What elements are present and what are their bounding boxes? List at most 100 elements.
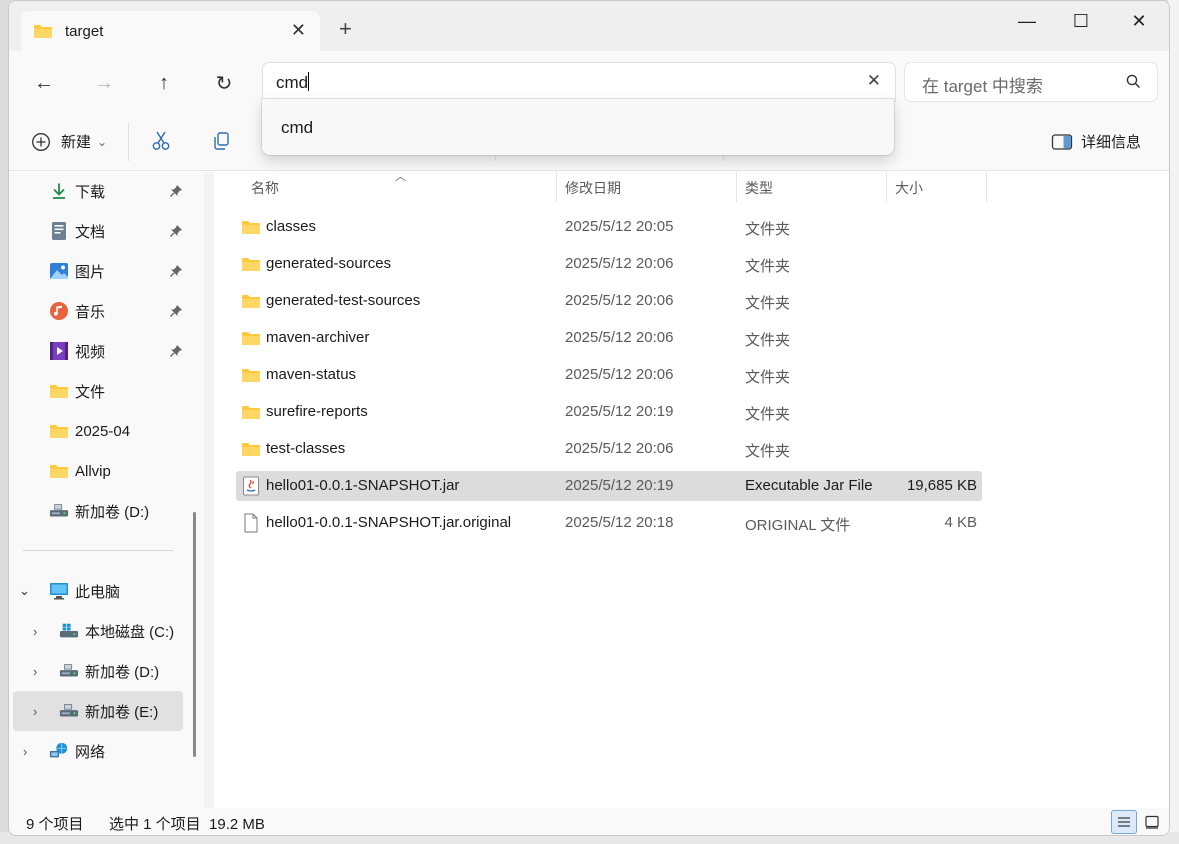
scissors-icon bbox=[152, 131, 170, 150]
details-pane-button[interactable]: 详细信息 bbox=[1051, 131, 1141, 152]
sidebar-item-network[interactable]: › 网络 bbox=[13, 733, 183, 769]
file-row[interactable]: classes 2025/5/12 20:05 文件夹 bbox=[236, 212, 982, 242]
sidebar-item-downloads[interactable]: 下载 bbox=[49, 173, 183, 209]
minimize-button[interactable]: — bbox=[1007, 9, 1047, 33]
file-row[interactable]: surefire-reports 2025/5/12 20:19 文件夹 bbox=[236, 397, 982, 427]
selection-info: 选中 1 个项目 19.2 MB bbox=[109, 816, 265, 833]
sidebar-item-pictures[interactable]: 图片 bbox=[49, 253, 183, 289]
file-type: Executable Jar File bbox=[745, 477, 873, 494]
address-input[interactable]: cmd bbox=[276, 72, 310, 93]
back-button[interactable]: ← bbox=[29, 71, 59, 95]
column-divider[interactable] bbox=[886, 172, 887, 202]
chevron-right-icon[interactable]: › bbox=[33, 664, 53, 679]
sidebar-item-music[interactable]: 音乐 bbox=[49, 293, 183, 329]
folder-icon bbox=[34, 25, 52, 38]
folder-icon bbox=[242, 295, 260, 308]
new-button-label: 新建 bbox=[61, 134, 92, 151]
file-name: generated-sources bbox=[266, 255, 392, 272]
chevron-right-icon[interactable]: › bbox=[33, 704, 53, 719]
details-view-button[interactable] bbox=[1111, 810, 1137, 834]
details-label: 详细信息 bbox=[1081, 134, 1142, 151]
file-type: 文件夹 bbox=[745, 406, 791, 423]
file-size: 19,685 KB bbox=[906, 477, 977, 494]
sidebar-item-label: 本地磁盘 (C:) bbox=[85, 623, 175, 641]
column-divider[interactable] bbox=[556, 172, 557, 202]
sidebar-item-this-pc[interactable]: ⌄ 此电脑 bbox=[13, 573, 183, 609]
tab-target[interactable]: target ✕ bbox=[21, 11, 320, 51]
file-row[interactable]: test-classes 2025/5/12 20:06 文件夹 bbox=[236, 434, 982, 464]
add-circle-icon bbox=[32, 132, 50, 151]
folder-icon bbox=[49, 381, 69, 401]
maximize-button[interactable]: ☐ bbox=[1061, 9, 1101, 33]
sidebar-item-drive-d-2[interactable]: › 新加卷 (D:) bbox=[13, 653, 183, 689]
file-name: hello01-0.0.1-SNAPSHOT.jar.original bbox=[266, 514, 512, 531]
new-button[interactable]: 新建 ⌄ bbox=[31, 131, 107, 152]
chevron-right-icon[interactable]: › bbox=[33, 624, 53, 639]
column-header-type[interactable]: 类型 bbox=[745, 178, 773, 198]
system-drive-icon bbox=[59, 621, 79, 641]
details-pane-icon bbox=[1051, 133, 1073, 150]
blank-file-icon bbox=[244, 513, 258, 533]
sidebar-item-documents[interactable]: 文档 bbox=[49, 213, 183, 249]
file-date: 2025/5/12 20:06 bbox=[565, 329, 674, 346]
column-divider[interactable] bbox=[736, 172, 737, 202]
sidebar-scrollbar[interactable] bbox=[193, 512, 196, 757]
search-box[interactable]: 在 target 中搜索 bbox=[905, 63, 1157, 101]
sidebar-item-2025-04[interactable]: 2025-04 bbox=[49, 413, 183, 449]
sidebar-item-allvip[interactable]: Allvip bbox=[49, 453, 183, 489]
sidebar-item-drive-d[interactable]: 新加卷 (D:) bbox=[49, 493, 183, 529]
file-name: maven-status bbox=[266, 366, 357, 383]
large-icons-view-icon bbox=[1145, 815, 1159, 829]
suggestion-item[interactable]: cmd bbox=[281, 118, 313, 138]
sidebar-item-drive-e[interactable]: › 新加卷 (E:) bbox=[13, 691, 183, 731]
chevron-right-icon[interactable]: › bbox=[23, 744, 43, 759]
sidebar-item-label: 音乐 bbox=[75, 303, 106, 321]
column-header-size[interactable]: 大小 bbox=[895, 178, 923, 198]
pin-icon bbox=[170, 345, 182, 357]
file-type: 文件夹 bbox=[745, 332, 791, 349]
file-date: 2025/5/12 20:06 bbox=[565, 292, 674, 309]
clear-address-icon[interactable]: ✕ bbox=[867, 71, 881, 91]
file-row[interactable]: maven-status 2025/5/12 20:06 文件夹 bbox=[236, 360, 982, 390]
sidebar-item-label: 文档 bbox=[75, 223, 106, 241]
file-row[interactable]: hello01-0.0.1-SNAPSHOT.jar.original 2025… bbox=[236, 508, 982, 538]
refresh-button[interactable]: ↻ bbox=[209, 71, 239, 95]
pin-icon bbox=[170, 265, 182, 277]
sidebar-item-videos[interactable]: 视频 bbox=[49, 333, 183, 369]
file-row[interactable]: generated-test-sources 2025/5/12 20:06 文… bbox=[236, 286, 982, 316]
java-jar-icon bbox=[243, 476, 259, 496]
sidebar-item-label: 下载 bbox=[75, 183, 106, 201]
sidebar-item-files[interactable]: 文件 bbox=[49, 373, 183, 409]
file-row[interactable]: maven-archiver 2025/5/12 20:06 文件夹 bbox=[236, 323, 982, 353]
copy-icon bbox=[214, 132, 229, 150]
folder-icon bbox=[242, 332, 260, 345]
sidebar-item-drive-c[interactable]: › 本地磁盘 (C:) bbox=[13, 613, 183, 649]
column-header-date[interactable]: 修改日期 bbox=[565, 178, 621, 198]
sidebar-item-label: 新加卷 (D:) bbox=[75, 503, 150, 521]
sidebar-item-label: 2025-04 bbox=[75, 422, 131, 440]
file-type: 文件夹 bbox=[745, 369, 791, 386]
new-tab-button[interactable]: + bbox=[339, 18, 352, 40]
search-icon[interactable] bbox=[1126, 74, 1141, 89]
chevron-down-icon[interactable]: ⌄ bbox=[19, 583, 39, 599]
file-row-selected[interactable]: hello01-0.0.1-SNAPSHOT.jar 2025/5/12 20:… bbox=[236, 471, 982, 501]
tiles-view-button[interactable] bbox=[1139, 810, 1165, 834]
up-button[interactable]: ↑ bbox=[149, 71, 179, 95]
pictures-icon bbox=[49, 261, 69, 281]
tab-title: target bbox=[65, 22, 104, 40]
column-header-name[interactable]: 名称 bbox=[251, 178, 279, 198]
pane-gutter bbox=[204, 172, 214, 808]
copy-button[interactable] bbox=[211, 131, 231, 151]
file-type: 文件夹 bbox=[745, 258, 791, 275]
music-icon bbox=[49, 301, 69, 321]
cut-button[interactable] bbox=[151, 131, 171, 151]
file-row[interactable]: generated-sources 2025/5/12 20:06 文件夹 bbox=[236, 249, 982, 279]
close-button[interactable]: ✕ bbox=[1119, 9, 1159, 33]
forward-button[interactable]: → bbox=[89, 71, 119, 95]
file-type: 文件夹 bbox=[745, 221, 791, 238]
address-bar[interactable]: cmd ✕ bbox=[263, 63, 895, 101]
tab-close-icon[interactable]: ✕ bbox=[291, 20, 306, 41]
column-divider[interactable] bbox=[986, 172, 987, 202]
address-suggestions: cmd bbox=[262, 99, 894, 155]
navigation-pane: 下载 文档 图片 音乐 视频 文件 2025-04 Allvip 新加卷 (D:… bbox=[9, 172, 204, 808]
